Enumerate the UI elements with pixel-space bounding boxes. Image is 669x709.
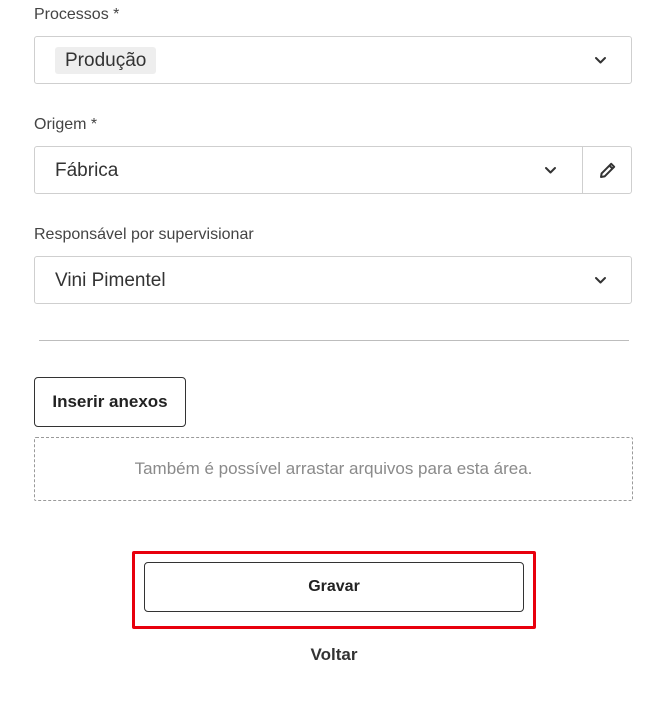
origem-select[interactable]: Fábrica: [34, 146, 632, 194]
edit-origem-button[interactable]: [583, 147, 632, 193]
insert-attachments-button[interactable]: Inserir anexos: [34, 377, 186, 427]
processos-label: Processos *: [34, 6, 120, 23]
responsavel-value: Vini Pimentel: [55, 270, 166, 291]
responsavel-label: Responsável por supervisionar: [34, 226, 254, 243]
origem-label: Origem *: [34, 116, 98, 133]
save-button[interactable]: Gravar: [144, 562, 524, 612]
dropzone-hint: Também é possível arrastar arquivos para…: [134, 459, 533, 478]
section-divider: [39, 340, 629, 341]
responsavel-select[interactable]: Vini Pimentel: [34, 256, 632, 304]
processos-select[interactable]: Produção: [34, 36, 632, 84]
pencil-icon: [600, 162, 616, 178]
chevron-down-icon[interactable]: [544, 164, 557, 177]
chevron-down-icon[interactable]: [594, 54, 607, 67]
processos-selected-chip[interactable]: Produção: [55, 47, 157, 74]
origem-value: Fábrica: [55, 160, 119, 181]
file-dropzone[interactable]: Também é possível arrastar arquivos para…: [34, 437, 633, 501]
back-link[interactable]: Voltar: [284, 645, 384, 669]
chevron-down-icon[interactable]: [594, 274, 607, 287]
